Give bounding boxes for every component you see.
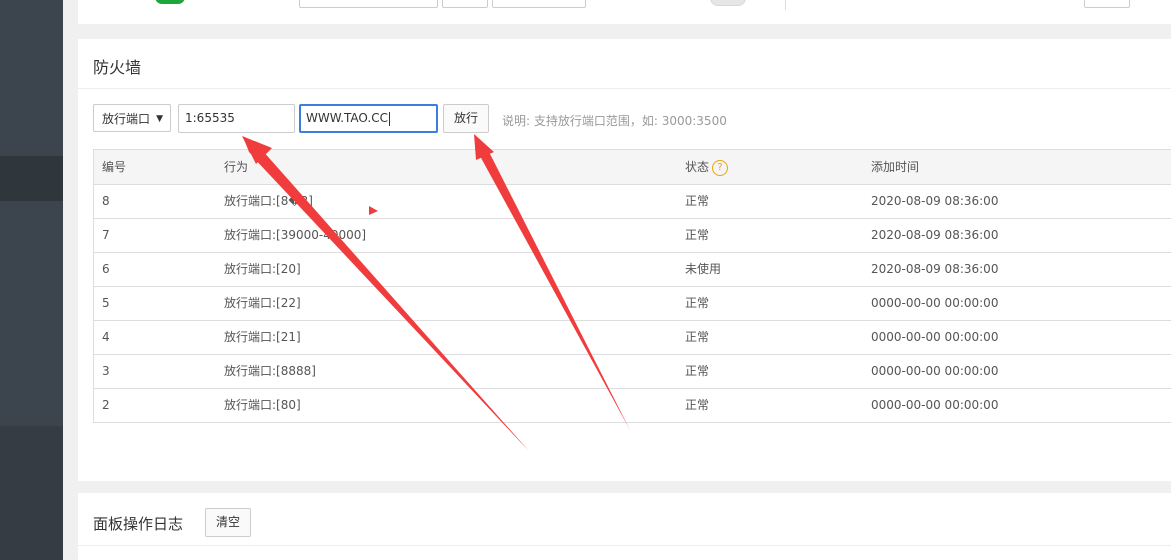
row-action: 放行端口:[20] bbox=[224, 262, 301, 276]
table-row: 5 放行端口:[22] 正常 0000-00-00 00:00:00 bbox=[94, 287, 1171, 321]
row-time: 0000-00-00 00:00:00 bbox=[871, 364, 999, 378]
row-status[interactable]: 正常 bbox=[685, 219, 709, 252]
row-time: 0000-00-00 00:00:00 bbox=[871, 398, 999, 412]
row-status[interactable]: 正常 bbox=[685, 321, 709, 354]
column-header-time: 添加时间 bbox=[871, 160, 920, 174]
row-status[interactable]: 正常 bbox=[685, 185, 709, 218]
clear-log-button[interactable]: 清空 bbox=[205, 508, 251, 537]
row-id: 2 bbox=[102, 398, 110, 412]
row-status[interactable]: 正常 bbox=[685, 287, 709, 320]
row-id: 7 bbox=[102, 228, 110, 242]
help-icon[interactable]: ? bbox=[712, 159, 729, 176]
divider bbox=[785, 0, 786, 10]
port-input[interactable]: 1:65535 bbox=[178, 104, 295, 133]
row-action: 放行端口:[8888] bbox=[224, 364, 316, 378]
mode-select-value: 放行端口 bbox=[102, 112, 151, 126]
top-field-1[interactable] bbox=[299, 0, 438, 8]
dropdown-arrow-icon: ▼ bbox=[156, 114, 163, 124]
ip-input[interactable]: WWW.TAO.CC bbox=[299, 104, 438, 133]
row-status[interactable]: 正常 bbox=[685, 389, 709, 422]
allow-button[interactable]: 放行 bbox=[443, 104, 489, 133]
page-gutter bbox=[63, 0, 78, 560]
row-action: 放行端口:[80] bbox=[224, 398, 301, 412]
row-id: 6 bbox=[102, 262, 110, 276]
toggle-switch-on[interactable] bbox=[155, 0, 185, 4]
row-action: 放行端口:[21] bbox=[224, 330, 301, 344]
previous-panel-strip bbox=[78, 0, 1171, 24]
row-time: 2020-08-09 08:36:00 bbox=[871, 228, 999, 242]
divider bbox=[78, 88, 1171, 89]
table-row: 7 放行端口:[39000-40000] 正常 2020-08-09 08:36… bbox=[94, 219, 1171, 253]
row-id: 3 bbox=[102, 364, 110, 378]
row-action: 放行端口:[8�3] bbox=[224, 194, 313, 208]
text-caret bbox=[388, 111, 390, 126]
row-status[interactable]: 未使用 bbox=[685, 253, 721, 286]
table-row: 8 放行端口:[8�3] 正常 2020-08-09 08:36:00 bbox=[94, 185, 1171, 219]
sidebar-item-active[interactable] bbox=[0, 156, 63, 201]
table-row: 4 放行端口:[21] 正常 0000-00-00 00:00:00 bbox=[94, 321, 1171, 355]
top-right-button[interactable] bbox=[1084, 0, 1130, 8]
hint-text: 说明: 支持放行端口范围，如: 3000:3500 bbox=[502, 114, 727, 128]
panel-log: 面板操作日志 清空 bbox=[78, 493, 1171, 560]
column-header-status: 状态? bbox=[685, 150, 729, 184]
sidebar-bottom-area bbox=[0, 426, 63, 560]
firewall-panel: 防火墙 放行端口 ▼ 1:65535 WWW.TAO.CC 放行 说明: 支持放… bbox=[78, 39, 1171, 481]
row-time: 0000-00-00 00:00:00 bbox=[871, 330, 999, 344]
column-header-id: 编号 bbox=[102, 160, 127, 174]
firewall-table: 编号 行为 状态? 添加时间 8 放行端口:[8�3] 正常 2020-08-0… bbox=[93, 149, 1171, 423]
log-panel-title: 面板操作日志 bbox=[93, 515, 184, 533]
table-row: 3 放行端口:[8888] 正常 0000-00-00 00:00:00 bbox=[94, 355, 1171, 389]
divider bbox=[78, 545, 1171, 546]
port-input-value: 1:65535 bbox=[185, 111, 235, 125]
mode-select[interactable]: 放行端口 ▼ bbox=[93, 104, 171, 132]
row-id: 4 bbox=[102, 330, 110, 344]
row-action: 放行端口:[22] bbox=[224, 296, 301, 310]
row-id: 5 bbox=[102, 296, 110, 310]
ip-input-value: WWW.TAO.CC bbox=[306, 111, 388, 125]
row-id: 8 bbox=[102, 194, 110, 208]
table-row: 6 放行端口:[20] 未使用 2020-08-09 08:36:00 bbox=[94, 253, 1171, 287]
toggle-switch-off[interactable] bbox=[710, 0, 746, 6]
row-action: 放行端口:[39000-40000] bbox=[224, 228, 367, 242]
row-time: 0000-00-00 00:00:00 bbox=[871, 296, 999, 310]
row-status[interactable]: 正常 bbox=[685, 355, 709, 388]
table-row: 2 放行端口:[80] 正常 0000-00-00 00:00:00 bbox=[94, 389, 1171, 423]
top-field-2[interactable] bbox=[442, 0, 488, 8]
top-field-3[interactable] bbox=[492, 0, 586, 8]
column-header-status-label: 状态 bbox=[685, 160, 710, 174]
table-header: 编号 行为 状态? 添加时间 bbox=[94, 150, 1171, 185]
sidebar bbox=[0, 0, 63, 560]
row-time: 2020-08-09 08:36:00 bbox=[871, 262, 999, 276]
row-time: 2020-08-09 08:36:00 bbox=[871, 194, 999, 208]
column-header-action: 行为 bbox=[224, 160, 249, 174]
panel-title: 防火墙 bbox=[93, 58, 142, 77]
